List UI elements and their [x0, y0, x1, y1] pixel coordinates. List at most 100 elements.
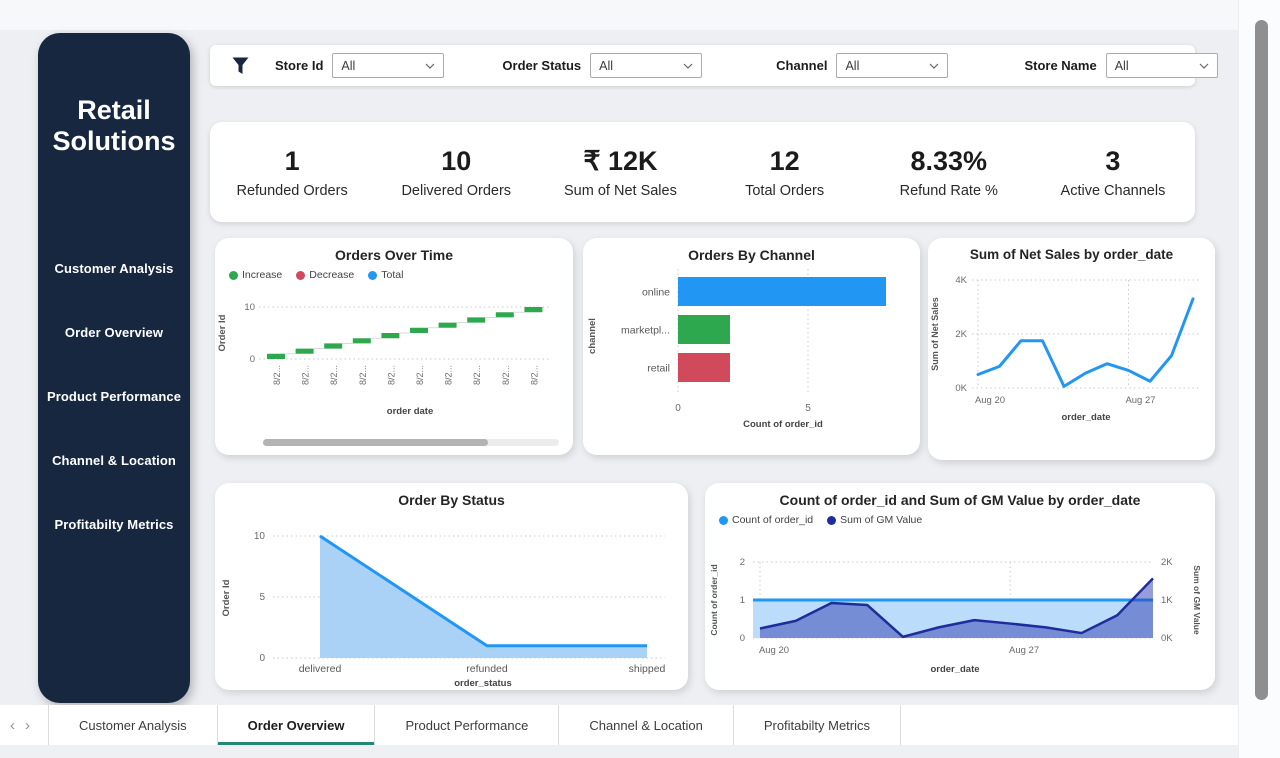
- kpi-label: Total Orders: [703, 183, 867, 199]
- svg-text:0: 0: [259, 653, 265, 664]
- filter-channel: Channel All: [776, 53, 948, 78]
- chart-legend: Count of order_id Sum of GM Value: [705, 508, 1215, 526]
- svg-text:1K: 1K: [1161, 595, 1173, 606]
- page-scrollbar-track[interactable]: [1238, 0, 1280, 758]
- kpi-net-sales: ₹ 12K Sum of Net Sales: [538, 145, 702, 198]
- svg-text:order_date: order_date: [1061, 412, 1110, 423]
- chart-title: Count of order_id and Sum of GM Value by…: [705, 483, 1215, 508]
- filter-store-name-label: Store Name: [1024, 58, 1096, 73]
- filter-store-name-dropdown[interactable]: All: [1106, 53, 1218, 78]
- tab-product-performance[interactable]: Product Performance: [375, 705, 559, 745]
- tab-next-icon[interactable]: ›: [25, 717, 30, 734]
- kpi-strip: 1 Refunded Orders 10 Delivered Orders ₹ …: [210, 122, 1195, 222]
- svg-text:0K: 0K: [1161, 633, 1173, 644]
- tab-channel-location[interactable]: Channel & Location: [559, 705, 733, 745]
- kpi-total-orders: 12 Total Orders: [703, 145, 867, 198]
- svg-text:5: 5: [259, 592, 265, 603]
- kpi-delivered-orders: 10 Delivered Orders: [374, 145, 538, 198]
- chart-title: Orders By Channel: [583, 238, 920, 263]
- svg-text:8/2...: 8/2...: [444, 365, 454, 385]
- filter-channel-label: Channel: [776, 58, 827, 73]
- area-plot: 10 5 0 delivered refunded shipped order_status…: [215, 508, 680, 688]
- kpi-label: Delivered Orders: [374, 183, 538, 199]
- svg-text:refunded: refunded: [466, 663, 508, 675]
- chevron-down-icon: [929, 63, 939, 69]
- combo-plot: 00K11K22KAug 20Aug 27order_dateCount of …: [705, 526, 1205, 678]
- svg-text:Aug 27: Aug 27: [1125, 395, 1155, 406]
- svg-text:delivered: delivered: [299, 663, 342, 675]
- chart-title: Order By Status: [215, 483, 688, 508]
- legend-dot-gm-value: [827, 516, 836, 525]
- svg-text:shipped: shipped: [629, 663, 666, 675]
- waterfall-scrollbar-track[interactable]: [263, 439, 559, 446]
- tab-order-overview[interactable]: Order Overview: [218, 705, 376, 745]
- sidebar-item-channel-location[interactable]: Channel & Location: [38, 453, 190, 469]
- filter-store-id: Store Id All: [275, 53, 444, 78]
- chevron-down-icon: [425, 63, 435, 69]
- sidebar-item-profitability-metrics[interactable]: Profitabilty Metrics: [38, 517, 190, 533]
- svg-text:Sum of GM Value: Sum of GM Value: [1192, 565, 1202, 635]
- legend-dot-total: [368, 271, 377, 280]
- svg-text:Order Id: Order Id: [221, 579, 232, 616]
- svg-text:5: 5: [805, 403, 811, 414]
- svg-text:0: 0: [250, 354, 255, 365]
- tab-prev-icon[interactable]: ‹: [10, 717, 15, 734]
- svg-text:2K: 2K: [955, 329, 967, 340]
- svg-text:10: 10: [254, 531, 266, 542]
- svg-text:Aug 27: Aug 27: [1009, 645, 1039, 656]
- bar-plot: online marketpl... retail 0 5 Count of order_…: [583, 263, 908, 438]
- kpi-value: 8.33%: [867, 145, 1031, 177]
- svg-text:10: 10: [244, 302, 255, 313]
- legend-dot-increase: [229, 271, 238, 280]
- tab-customer-analysis[interactable]: Customer Analysis: [49, 705, 218, 745]
- legend-dot-count: [719, 516, 728, 525]
- filter-store-id-dropdown[interactable]: All: [332, 53, 444, 78]
- tab-nav-arrows: ‹ ›: [0, 705, 49, 745]
- kpi-label: Sum of Net Sales: [538, 183, 702, 199]
- sidebar-nav: Customer Analysis Order Overview Product…: [38, 261, 190, 533]
- waterfall-scrollbar-thumb[interactable]: [263, 439, 488, 446]
- chart-order-by-status: Order By Status 10 5 0 delivered refunded shi…: [215, 483, 688, 690]
- dashboard-page: Retail Solutions Customer Analysis Order…: [0, 0, 1280, 758]
- page-tab-bar: ‹ › Customer Analysis Order Overview Pro…: [0, 705, 1280, 745]
- kpi-label: Active Channels: [1031, 183, 1195, 199]
- svg-text:1: 1: [740, 595, 745, 606]
- svg-text:online: online: [642, 287, 670, 299]
- svg-text:retail: retail: [647, 363, 670, 375]
- svg-text:order date: order date: [387, 406, 433, 417]
- filter-channel-dropdown[interactable]: All: [836, 53, 948, 78]
- chart-title: Sum of Net Sales by order_date: [928, 238, 1215, 262]
- svg-text:channel: channel: [587, 318, 598, 354]
- sidebar-item-product-performance[interactable]: Product Performance: [38, 389, 190, 405]
- chart-legend: Increase Decrease Total: [215, 263, 573, 281]
- kpi-refund-rate: 8.33% Refund Rate %: [867, 145, 1031, 198]
- app-title: Retail Solutions: [38, 95, 190, 157]
- svg-text:0: 0: [740, 633, 745, 644]
- svg-text:marketpl...: marketpl...: [621, 325, 670, 337]
- kpi-active-channels: 3 Active Channels: [1031, 145, 1195, 198]
- svg-text:Count of order_id: Count of order_id: [743, 419, 823, 430]
- tab-profitability-metrics[interactable]: Profitabilty Metrics: [734, 705, 901, 745]
- svg-text:order_status: order_status: [454, 678, 512, 688]
- chart-orders-by-channel: Orders By Channel online marketpl... retai…: [583, 238, 920, 455]
- kpi-refunded-orders: 1 Refunded Orders: [210, 145, 374, 198]
- legend-label: Sum of GM Value: [840, 514, 922, 526]
- svg-text:Aug 20: Aug 20: [759, 645, 789, 656]
- svg-text:4K: 4K: [955, 275, 967, 286]
- page-bottom-strip: [0, 745, 1280, 758]
- kpi-value: 3: [1031, 145, 1195, 177]
- kpi-label: Refund Rate %: [867, 183, 1031, 199]
- filter-order-status-dropdown[interactable]: All: [590, 53, 702, 78]
- svg-text:Order Id: Order Id: [217, 314, 228, 351]
- legend-label: Decrease: [309, 269, 354, 281]
- legend-label: Increase: [242, 269, 282, 281]
- sidebar-item-order-overview[interactable]: Order Overview: [38, 325, 190, 341]
- filter-store-name: Store Name All: [1024, 53, 1217, 78]
- filter-store-id-label: Store Id: [275, 58, 323, 73]
- kpi-value: 1: [210, 145, 374, 177]
- sidebar-item-customer-analysis[interactable]: Customer Analysis: [38, 261, 190, 277]
- kpi-value: 12: [703, 145, 867, 177]
- svg-text:0: 0: [675, 403, 681, 414]
- page-scrollbar-thumb[interactable]: [1255, 20, 1268, 700]
- svg-text:8/2...: 8/2...: [329, 365, 339, 385]
